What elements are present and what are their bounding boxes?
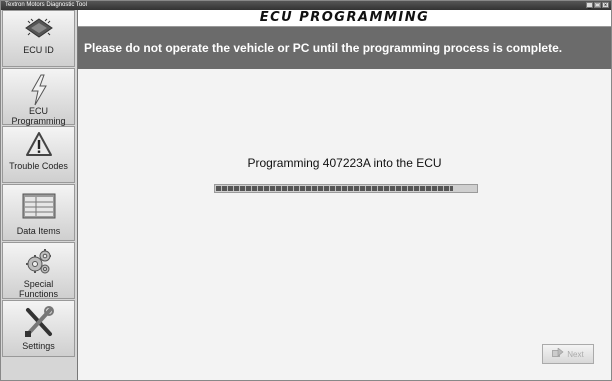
warning-icon — [25, 131, 53, 159]
sidebar: ECU ID ECU Programming Trouble Codes Dat… — [1, 10, 78, 380]
app-window: Textron Motors Diagnostic Tool _ □ × ECU… — [0, 0, 612, 381]
sidebar-item-label: Settings — [22, 341, 55, 351]
page-title: ECU PROGRAMMING — [78, 10, 611, 27]
tools-icon — [23, 305, 55, 341]
programming-status: Programming 407223A into the ECU — [247, 156, 442, 170]
next-arrow-icon — [552, 347, 564, 360]
data-grid-icon — [22, 193, 56, 221]
progress-fill — [216, 186, 453, 191]
maximize-button[interactable]: □ — [594, 2, 601, 9]
sidebar-item-settings[interactable]: Settings — [2, 300, 75, 357]
title-bar: Textron Motors Diagnostic Tool _ □ × — [1, 1, 611, 10]
lightning-icon — [28, 74, 50, 108]
sidebar-item-special-functions[interactable]: Special Functions — [2, 242, 75, 299]
chip-icon — [24, 17, 54, 41]
warning-banner: Please do not operate the vehicle or PC … — [78, 27, 611, 69]
sidebar-item-ecu-id[interactable]: ECU ID — [2, 10, 75, 67]
window-title: Textron Motors Diagnostic Tool — [5, 2, 87, 8]
sidebar-item-trouble-codes[interactable]: Trouble Codes — [2, 126, 75, 183]
sidebar-item-label: Special Functions — [18, 279, 59, 299]
next-button-label: Next — [567, 349, 584, 359]
next-button[interactable]: Next — [542, 344, 594, 364]
sidebar-item-data-items[interactable]: Data Items — [2, 184, 75, 241]
gears-icon — [24, 247, 54, 279]
sidebar-item-label: ECU Programming — [11, 106, 66, 126]
progress-bar — [214, 184, 478, 193]
sidebar-item-label: ECU ID — [23, 45, 54, 55]
sidebar-item-ecu-programming[interactable]: ECU Programming — [2, 68, 75, 126]
window-controls: _ □ × — [586, 2, 609, 9]
close-button[interactable]: × — [602, 2, 609, 9]
main-panel: ECU PROGRAMMING Please do not operate th… — [78, 10, 611, 380]
minimize-button[interactable]: _ — [586, 2, 593, 9]
sidebar-item-label: Data Items — [16, 226, 61, 236]
sidebar-item-label: Trouble Codes — [9, 161, 68, 171]
